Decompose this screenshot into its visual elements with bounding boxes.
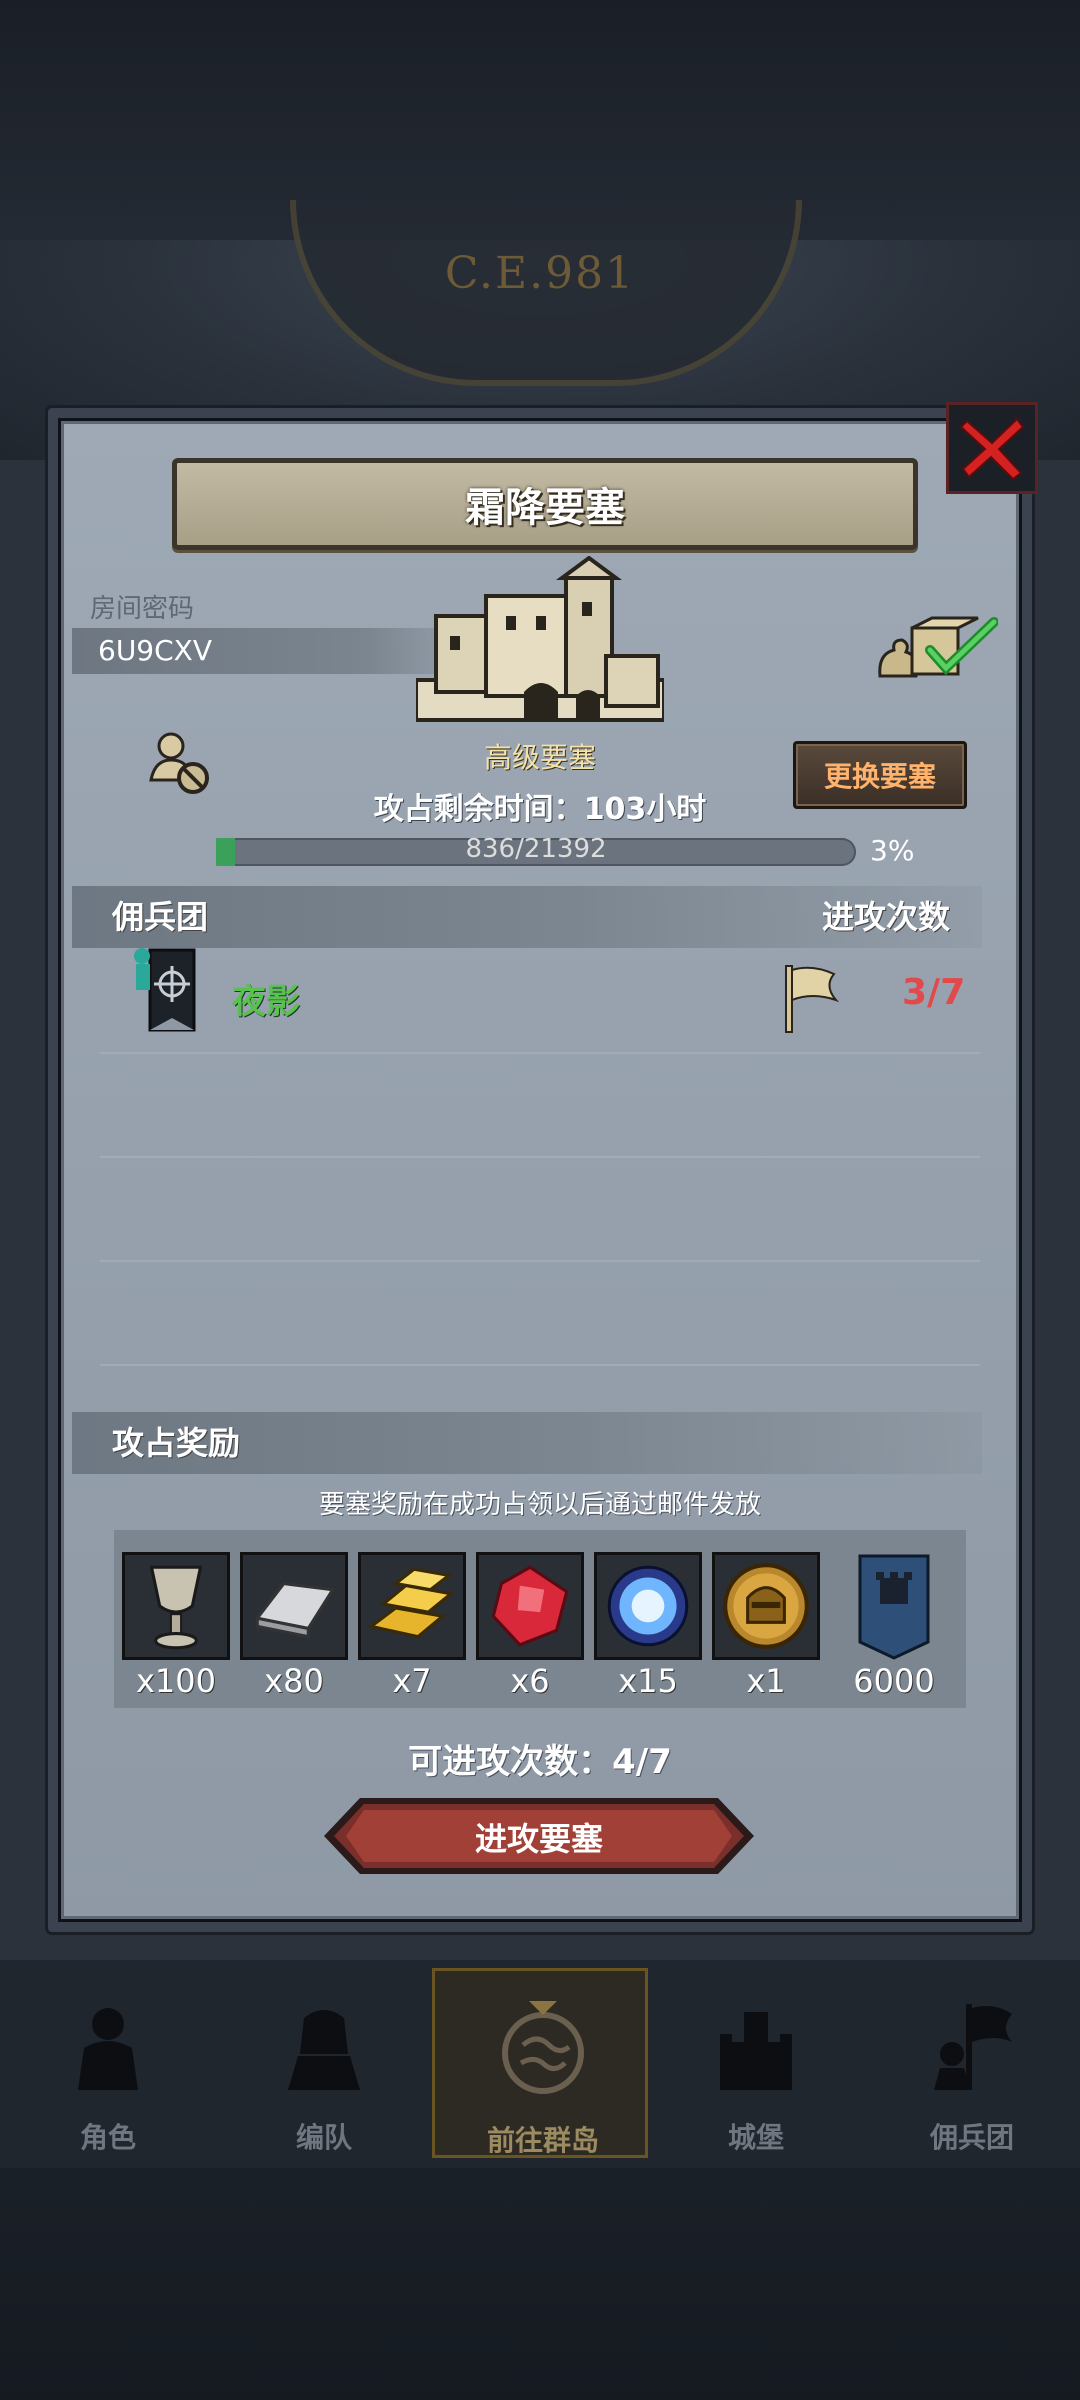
reward-gold-bar[interactable] xyxy=(358,1552,466,1660)
attack-fortress-label: 进攻要塞 xyxy=(474,1820,603,1858)
close-icon xyxy=(959,417,1025,481)
room-code-value[interactable]: 6U9CXV xyxy=(98,634,212,667)
available-attempts-label: 可进攻次数： xyxy=(408,1742,613,1782)
close-button[interactable] xyxy=(946,402,1038,494)
reward-qty: x7 xyxy=(392,1662,432,1700)
flag-icon xyxy=(785,965,840,1033)
reward-qty: 6000 xyxy=(853,1662,935,1700)
nav-mercenary-label: 佣兵团 xyxy=(929,2121,1014,2154)
nav-character-label: 角色 xyxy=(79,2121,136,2154)
fortress-title: 霜降要塞 xyxy=(465,485,625,531)
nav-castle-label: 城堡 xyxy=(727,2121,784,2154)
title-plate: 霜降要塞 xyxy=(172,458,918,550)
nav-formation-label: 编队 xyxy=(295,2121,352,2154)
capture-progress-text: 836/21392 xyxy=(465,834,607,864)
gold-bar-icon xyxy=(367,1567,455,1639)
supplies-collected-icon[interactable] xyxy=(876,614,998,686)
capture-progress-percent: 3% xyxy=(870,834,915,867)
reward-qty: x1 xyxy=(746,1662,786,1700)
remaining-time-value: 103 xyxy=(583,792,647,827)
reward-qty: x6 xyxy=(510,1662,550,1700)
silver-ingot-icon xyxy=(254,1581,336,1639)
available-attempts-value: 4/7 xyxy=(612,1742,672,1782)
reward-knight-coin[interactable] xyxy=(712,1552,820,1660)
fortress-castle-icon xyxy=(416,556,664,722)
nav-islands[interactable]: 前往群岛 xyxy=(432,1968,648,2158)
nav-islands-label: 前往群岛 xyxy=(486,2124,599,2157)
mercenary-name: 夜影 xyxy=(232,982,300,1022)
formation-icon xyxy=(288,2010,360,2090)
remaining-time-label: 攻占剩余时间： xyxy=(373,792,584,827)
available-attempts: 可进攻次数：4/7 xyxy=(0,1734,1080,1783)
reward-ruby[interactable] xyxy=(476,1552,584,1660)
remaining-time-unit: 小时 xyxy=(646,792,707,827)
nav-mercenary[interactable]: 佣兵团 xyxy=(864,1968,1080,2168)
reward-qty: x80 xyxy=(264,1662,324,1700)
nav-formation[interactable]: 编队 xyxy=(216,1968,432,2168)
row-divider xyxy=(100,1156,980,1158)
mercenary-section-title: 佣兵团 xyxy=(112,898,209,936)
goblet-icon xyxy=(149,1565,203,1650)
reward-qty: x100 xyxy=(135,1662,216,1700)
row-divider xyxy=(100,1364,980,1366)
character-icon xyxy=(78,2008,138,2090)
reward-silver-ingot[interactable] xyxy=(240,1552,348,1660)
mercenary-banner-icon xyxy=(134,948,196,1032)
attack-fortress-button[interactable]: 进攻要塞 xyxy=(324,1796,754,1876)
reward-qty: x15 xyxy=(618,1662,678,1700)
guild-banner-icon xyxy=(858,1554,930,1660)
nav-castle[interactable]: 城堡 xyxy=(648,1968,864,2168)
remaining-time: 攻占剩余时间：103小时 xyxy=(0,784,1080,828)
islands-icon xyxy=(502,2001,584,2094)
mercenary-icon xyxy=(934,2004,1012,2090)
rewards-section-title: 攻占奖励 xyxy=(112,1424,241,1462)
reward-guild-banner[interactable] xyxy=(852,1552,936,1660)
reward-crystal[interactable] xyxy=(594,1552,702,1660)
knight-coin-icon xyxy=(723,1563,809,1649)
ruby-gem-icon xyxy=(491,1565,569,1647)
era-label: C.E.981 xyxy=(444,248,636,299)
nav-character[interactable]: 角色 xyxy=(0,1968,216,2168)
row-divider xyxy=(100,1052,980,1054)
mercenary-row[interactable]: 夜影 3/7 xyxy=(72,940,972,1052)
blue-crystal-icon xyxy=(607,1565,689,1647)
room-code-label: 房间密码 xyxy=(90,594,195,624)
reward-goblet[interactable] xyxy=(122,1552,230,1660)
mercenary-attack-count: 3/7 xyxy=(902,972,966,1013)
castle-icon xyxy=(720,2012,792,2090)
row-divider xyxy=(100,1260,980,1262)
rewards-note: 要塞奖励在成功占领以后通过邮件发放 xyxy=(318,1490,761,1520)
attack-count-header: 进攻次数 xyxy=(822,898,951,936)
